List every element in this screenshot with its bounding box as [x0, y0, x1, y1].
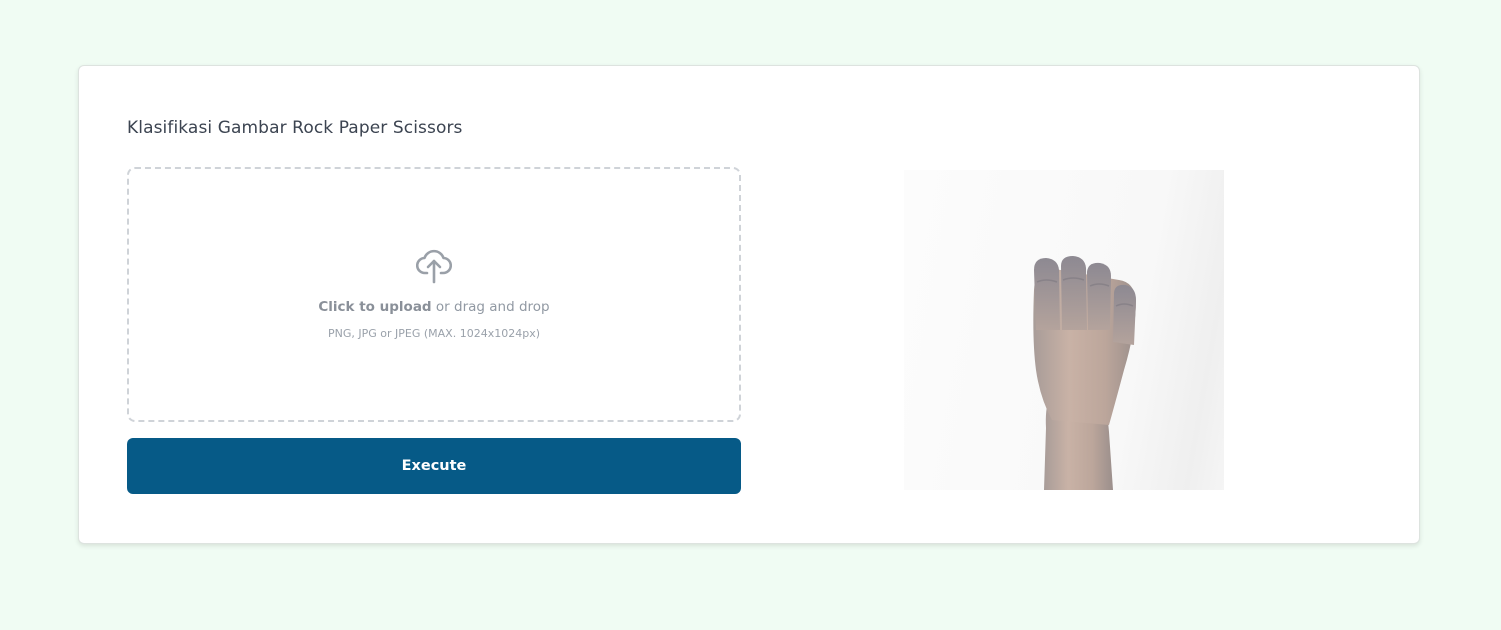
classifier-card: Klasifikasi Gambar Rock Paper Scissors C… — [78, 65, 1420, 544]
page-title: Klasifikasi Gambar Rock Paper Scissors — [127, 118, 463, 138]
hand-image — [1033, 256, 1136, 490]
upload-instructions: Click to upload or drag and drop — [129, 299, 739, 315]
drag-drop-text: or drag and drop — [431, 299, 550, 315]
image-preview — [904, 170, 1224, 490]
upload-hint: PNG, JPG or JPEG (MAX. 1024x1024px) — [328, 327, 540, 340]
click-to-upload-link[interactable]: Click to upload — [318, 299, 431, 315]
upload-dropzone[interactable]: Click to upload or drag and drop PNG, JP… — [127, 167, 741, 422]
cloud-upload-icon — [416, 249, 452, 284]
execute-button[interactable]: Execute — [127, 438, 741, 494]
